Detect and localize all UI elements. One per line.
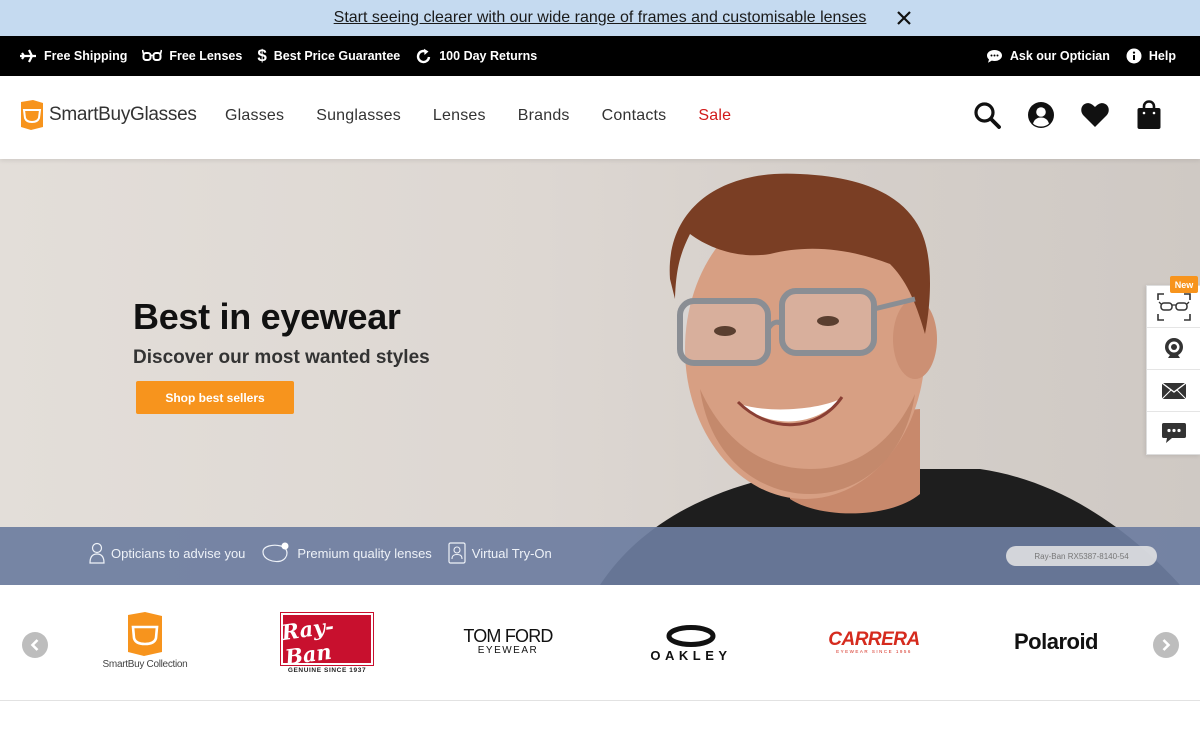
cart-button[interactable] [1134, 100, 1164, 130]
search-button[interactable] [972, 100, 1002, 130]
carrera-wordmark: CARRERA [828, 629, 920, 650]
oakley-ellipse-icon [666, 625, 716, 647]
oakley-wordmark: OAKLEY [650, 648, 732, 663]
brand-oakley[interactable]: OAKLEY [643, 625, 739, 663]
webcam-icon [1164, 337, 1183, 358]
side-widget [1146, 285, 1200, 455]
tablet-user-icon [448, 542, 466, 564]
logo-text: SmartBuyGlasses [49, 104, 197, 125]
close-icon[interactable] [894, 8, 914, 28]
promo-link[interactable]: Start seeing clearer with our wide range… [334, 9, 867, 27]
returns-link[interactable]: 100 Day Returns [415, 48, 537, 65]
logo-icon [21, 100, 43, 130]
nav-sunglasses[interactable]: Sunglasses [316, 107, 401, 125]
main-header: SmartBuyGlasses Glasses Sunglasses Lense… [0, 76, 1200, 159]
nav-contacts[interactable]: Contacts [602, 107, 667, 125]
account-button[interactable] [1026, 100, 1056, 130]
shop-best-sellers-button[interactable]: Shop best sellers [136, 381, 294, 414]
header-actions [972, 100, 1164, 130]
shopping-bag-icon [1137, 100, 1161, 129]
lens-icon [262, 542, 289, 563]
carousel-prev-button[interactable] [22, 632, 48, 658]
wishlist-button[interactable] [1080, 100, 1110, 130]
util-label: Free Lenses [169, 49, 243, 63]
price-guarantee-link[interactable]: $ Best Price Guarantee [257, 46, 400, 66]
polaroid-wordmark: Polaroid [1013, 629, 1099, 654]
envelope-icon [1161, 381, 1186, 399]
webcam-button[interactable] [1147, 328, 1200, 370]
util-label: Free Shipping [44, 49, 128, 63]
chevron-right-icon [1162, 639, 1171, 651]
email-button[interactable] [1147, 370, 1200, 412]
help-link[interactable]: Help [1126, 48, 1176, 64]
return-icon [417, 48, 431, 63]
util-label: 100 Day Returns [439, 49, 538, 63]
brand-label: SmartBuy Collection [102, 659, 188, 670]
product-tag[interactable]: Ray-Ban RX5387-8140-54 [1006, 546, 1157, 566]
nav-lenses[interactable]: Lenses [433, 107, 486, 125]
chat-bubble-icon [1161, 423, 1186, 443]
feature-bar: Opticians to advise you Premium quality … [0, 527, 1200, 585]
tomford-wordmark: TOM FORD [463, 626, 553, 646]
search-icon [974, 102, 1001, 129]
feature-virtual-try-on[interactable]: Virtual Try-On [448, 542, 552, 564]
brand-tom-ford[interactable]: TOM FORD EYEWEAR [462, 627, 554, 657]
dollar-icon: $ [257, 46, 267, 65]
carrera-sub: EYEWEAR SINCE 1956 [836, 649, 912, 654]
feature-label: Premium quality lenses [297, 545, 432, 561]
hero-subtitle: Discover our most wanted styles [133, 347, 430, 368]
face-scan-glasses-icon [1156, 292, 1191, 321]
main-nav: Glasses Sunglasses Lenses Brands Contact… [225, 107, 763, 125]
feature-label: Opticians to advise you [111, 545, 246, 561]
brand-smartbuy-collection[interactable]: SmartBuy Collection [100, 611, 190, 670]
user-icon [1028, 102, 1054, 128]
nav-brands[interactable]: Brands [518, 107, 570, 125]
chat-icon [986, 49, 1002, 63]
brands-carousel: SmartBuy Collection Ray-Ban GENUINE SINC… [0, 585, 1200, 701]
ask-optician-link[interactable]: Ask our Optician [986, 49, 1110, 64]
carousel-next-button[interactable] [1153, 632, 1179, 658]
glasses-icon [142, 49, 163, 61]
rayban-wordmark: Ray-Ban [279, 613, 336, 670]
plane-icon [20, 49, 36, 63]
free-shipping-link[interactable]: Free Shipping [19, 48, 127, 64]
hero-banner: Best in eyewear Discover our most wanted… [0, 159, 1200, 585]
hero-title: Best in eyewear [133, 296, 401, 337]
brand-polaroid[interactable]: Polaroid [1008, 629, 1104, 655]
hero-model-image [600, 173, 1180, 585]
nav-sale[interactable]: Sale [698, 107, 731, 125]
live-chat-button[interactable] [1147, 412, 1200, 454]
util-label: Best Price Guarantee [273, 49, 401, 63]
feature-lenses[interactable]: Premium quality lenses [261, 542, 432, 564]
info-icon [1126, 48, 1142, 64]
smartbuy-logo-icon [128, 612, 162, 656]
site-logo[interactable]: SmartBuyGlasses [19, 99, 197, 131]
utility-bar: Free Shipping Free Lenses $ Best Price G… [0, 36, 1200, 76]
feature-opticians[interactable]: Opticians to advise you [89, 542, 245, 564]
util-label: Ask our Optician [1009, 49, 1110, 63]
feature-label: Virtual Try-On [471, 545, 552, 561]
rayban-logo: Ray-Ban [280, 612, 374, 670]
heart-icon [1081, 103, 1109, 127]
chevron-left-icon [30, 639, 39, 651]
brand-carrera[interactable]: CARRERA EYEWEAR SINCE 1956 [826, 629, 922, 655]
nav-glasses[interactable]: Glasses [225, 107, 284, 125]
free-lenses-link[interactable]: Free Lenses [142, 49, 242, 63]
promo-banner: Start seeing clearer with our wide range… [0, 0, 1200, 36]
tomford-sub: EYEWEAR [477, 645, 539, 656]
util-label: Help [1148, 49, 1176, 63]
new-badge: New [1170, 276, 1198, 293]
brand-ray-ban[interactable]: Ray-Ban GENUINE SINCE 1937 [280, 612, 374, 674]
person-icon [89, 542, 105, 564]
